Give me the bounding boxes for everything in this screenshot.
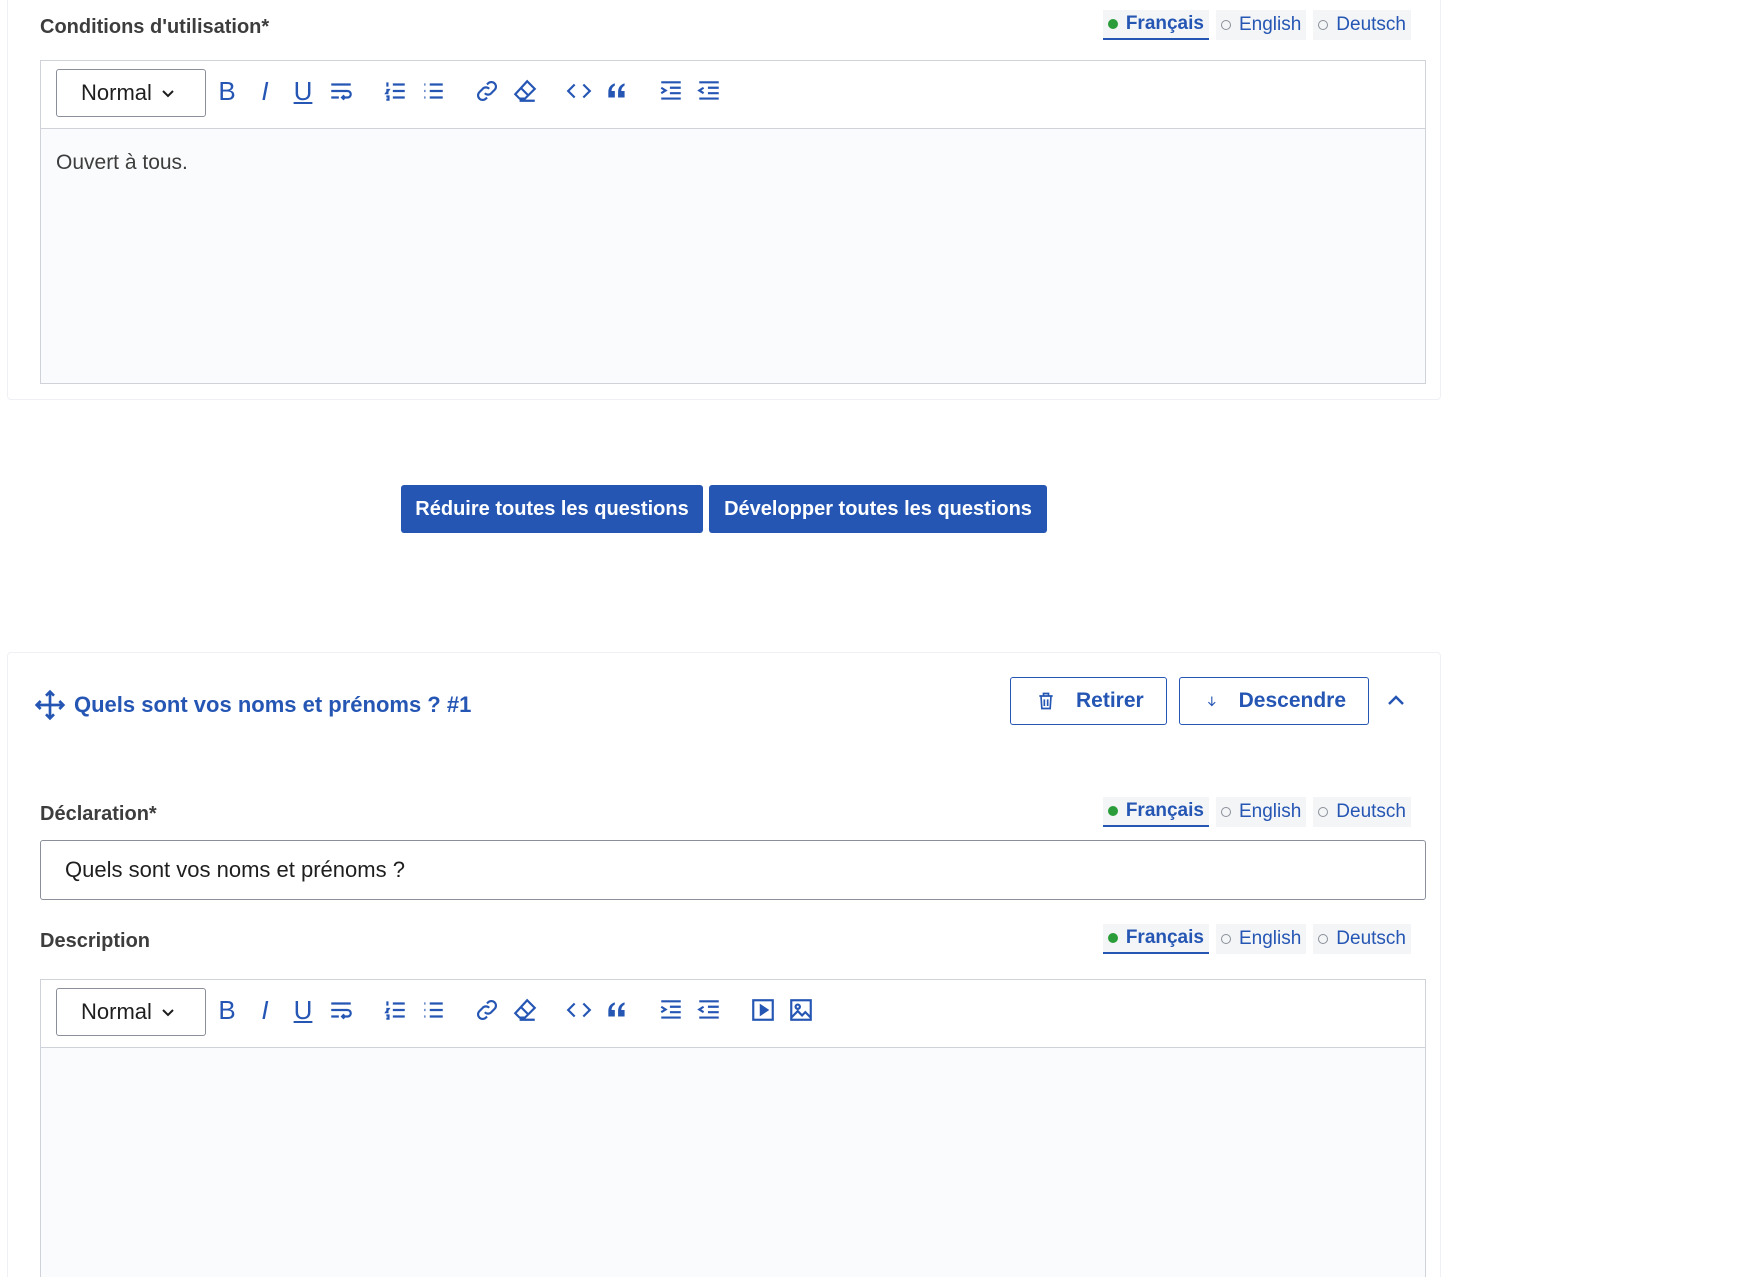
ordered-list-icon[interactable] — [379, 994, 411, 1026]
lang-tab-english[interactable]: English — [1215, 797, 1307, 827]
lang-tab-label: Français — [1125, 800, 1204, 821]
remove-question-button[interactable]: Retirer — [1010, 677, 1167, 725]
quote-icon[interactable] — [601, 75, 633, 107]
lang-tab-francais[interactable]: Français — [1102, 924, 1209, 954]
statement-label: Déclaration* — [40, 803, 157, 825]
trash-icon — [1039, 692, 1053, 710]
collapse-all-button[interactable]: Réduire toutes les questions — [401, 485, 703, 533]
lang-tab-label: Français — [1125, 927, 1204, 948]
lang-tab-deutsch[interactable]: Deutsch — [1313, 797, 1411, 827]
format-select-value: Normal — [81, 999, 152, 1024]
underline-icon[interactable]: U — [287, 75, 319, 107]
lang-tab-francais[interactable]: Français — [1102, 10, 1209, 40]
statement-input[interactable]: Quels sont vos noms et prénoms ? — [40, 840, 1426, 900]
question-card: Quels sont vos noms et prénoms ? #1 Reti… — [7, 652, 1441, 1277]
editor-content[interactable] — [41, 1048, 1425, 1092]
lang-tab-francais[interactable]: Français — [1102, 797, 1209, 827]
lang-tab-label: Deutsch — [1336, 801, 1406, 822]
outdent-icon[interactable] — [693, 994, 725, 1026]
drag-move-icon[interactable] — [34, 689, 66, 721]
chevron-down-icon — [162, 90, 174, 98]
lang-tab-english[interactable]: English — [1215, 10, 1307, 40]
underline-icon[interactable]: U — [287, 994, 319, 1026]
clear-format-icon[interactable] — [509, 994, 541, 1026]
description-language-tabs: Français English Deutsch — [1102, 924, 1411, 954]
text-wrap-icon[interactable] — [325, 75, 357, 107]
code-icon[interactable] — [563, 994, 595, 1026]
editor-toolbar: Normal B I U — [41, 980, 1425, 1048]
bold-icon[interactable]: B — [211, 994, 243, 1026]
lang-tab-label: Deutsch — [1336, 928, 1406, 949]
code-icon[interactable] — [563, 75, 595, 107]
move-down-label: Descendre — [1238, 689, 1346, 712]
video-icon[interactable] — [747, 994, 779, 1026]
question-title: Quels sont vos noms et prénoms ? #1 — [74, 692, 472, 717]
outdent-icon[interactable] — [693, 75, 725, 107]
lang-tab-english[interactable]: English — [1215, 924, 1307, 954]
radio-dot-icon — [1220, 807, 1231, 817]
image-icon[interactable] — [785, 994, 817, 1026]
radio-dot-icon — [1107, 19, 1118, 29]
radio-dot-icon — [1318, 807, 1329, 817]
lang-tab-label: English — [1238, 801, 1302, 822]
ordered-list-icon[interactable] — [379, 75, 411, 107]
description-label: Description — [40, 930, 151, 952]
italic-icon[interactable]: I — [249, 75, 281, 107]
bullet-list-icon[interactable] — [417, 994, 449, 1026]
bullet-list-icon[interactable] — [417, 75, 449, 107]
italic-icon[interactable]: I — [249, 994, 281, 1026]
move-down-button[interactable]: Descendre — [1179, 677, 1369, 725]
radio-dot-icon — [1107, 806, 1118, 816]
editor-toolbar: Normal B I U — [41, 61, 1425, 129]
radio-dot-icon — [1107, 933, 1118, 943]
link-icon[interactable] — [471, 994, 503, 1026]
expand-all-button[interactable]: Développer toutes les questions — [709, 485, 1047, 533]
terms-card: Conditions d'utilisation* Français Engli… — [7, 0, 1441, 400]
indent-icon[interactable] — [655, 75, 687, 107]
radio-dot-icon — [1318, 934, 1329, 944]
link-icon[interactable] — [471, 75, 503, 107]
chevron-up-icon — [1388, 695, 1404, 705]
lang-tab-deutsch[interactable]: Deutsch — [1313, 10, 1411, 40]
text-wrap-icon[interactable] — [325, 994, 357, 1026]
radio-dot-icon — [1318, 20, 1329, 30]
lang-tab-label: English — [1238, 14, 1302, 35]
statement-language-tabs: Français English Deutsch — [1102, 797, 1411, 827]
question-header: Quels sont vos noms et prénoms ? #1 — [34, 689, 471, 721]
terms-language-tabs: Français English Deutsch — [1102, 10, 1411, 40]
terms-label: Conditions d'utilisation* — [40, 16, 270, 38]
radio-dot-icon — [1220, 934, 1231, 944]
format-select[interactable]: Normal — [56, 69, 206, 117]
format-select-value: Normal — [81, 80, 152, 105]
lang-tab-label: Français — [1125, 13, 1204, 34]
bold-icon[interactable]: B — [211, 75, 243, 107]
clear-format-icon[interactable] — [509, 75, 541, 107]
indent-icon[interactable] — [655, 994, 687, 1026]
quote-icon[interactable] — [601, 994, 633, 1026]
remove-label: Retirer — [1076, 689, 1144, 712]
collapse-question-button[interactable] — [1382, 687, 1410, 715]
description-rich-text-editor: Normal B I U — [40, 979, 1426, 1277]
lang-tab-label: Deutsch — [1336, 14, 1406, 35]
format-select[interactable]: Normal — [56, 988, 206, 1036]
lang-tab-label: English — [1238, 928, 1302, 949]
terms-rich-text-editor: Normal B I U Ouvert à tous. — [40, 60, 1426, 384]
arrow-down-icon — [1208, 696, 1216, 707]
chevron-down-icon — [162, 1009, 174, 1017]
lang-tab-deutsch[interactable]: Deutsch — [1313, 924, 1411, 954]
radio-dot-icon — [1220, 20, 1231, 30]
editor-content[interactable]: Ouvert à tous. — [41, 129, 1425, 197]
